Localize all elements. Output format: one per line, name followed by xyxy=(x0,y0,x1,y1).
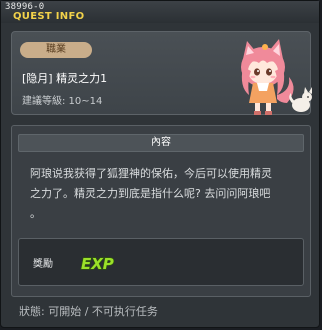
title-bar[interactable]: 38996-0 QUEST INFO xyxy=(1,1,319,23)
quest-name: [隐月] 精灵之力1 xyxy=(22,72,108,85)
exp-reward-icon[interactable]: EXP xyxy=(79,249,115,275)
quest-info-window: 38996-0 QUEST INFO 職業 [隐月] 精灵之力1 建議等級: 1… xyxy=(0,0,320,328)
quest-description: 阿琅说我获得了狐狸神的保佑，今后可以使用精灵 之力了。精灵之力到底是指什么呢? … xyxy=(30,167,272,220)
recommended-level: 建議等級: 10~14 xyxy=(22,96,103,107)
quest-status: 狀態: 可開始 / 不可执行任务 xyxy=(19,305,158,318)
content-panel: 內容 阿琅说我获得了狐狸神的保佑，今后可以使用精灵 之力了。精灵之力到底是指什么… xyxy=(11,125,311,297)
window-title: QUEST INFO xyxy=(13,11,85,22)
npc-fox-girl-portrait xyxy=(241,39,312,115)
content-section-title: 內容 xyxy=(18,134,304,152)
reward-label: 獎勵 xyxy=(33,259,53,270)
reward-box: 獎勵 EXP xyxy=(18,238,304,286)
job-tag: 職業 xyxy=(20,42,92,58)
exp-text: EXP xyxy=(81,255,114,273)
